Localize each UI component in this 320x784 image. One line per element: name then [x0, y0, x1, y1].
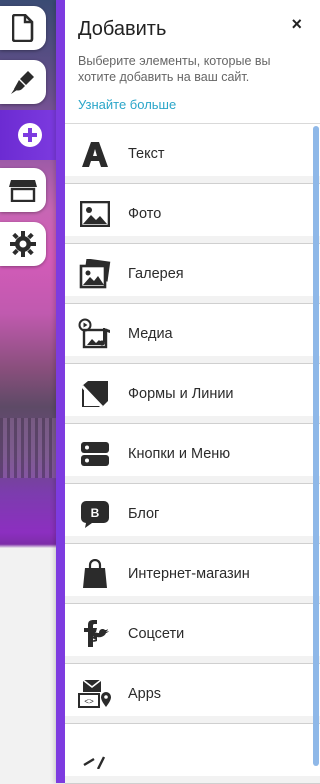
social-icon	[78, 617, 112, 651]
pages-button[interactable]	[0, 6, 46, 50]
apps-icon: <>	[78, 677, 112, 711]
blog-icon: B	[78, 497, 112, 531]
svg-text:B: B	[91, 506, 100, 520]
add-item-online-store[interactable]: Интернет-магазин	[65, 544, 320, 604]
scrollbar[interactable]	[313, 126, 319, 766]
item-label: Интернет-магазин	[128, 565, 250, 582]
add-item-apps[interactable]: <> Apps	[65, 664, 320, 724]
add-item-shapes[interactable]: Формы и Линии	[65, 364, 320, 424]
add-panel-header: Добавить × Выберите элементы, которые вы…	[65, 0, 320, 123]
add-item-photo[interactable]: Фото	[65, 184, 320, 244]
add-item-more[interactable]	[65, 724, 320, 784]
plus-circle-icon	[17, 122, 43, 148]
photo-icon	[78, 197, 112, 231]
background-landscape	[0, 418, 60, 478]
buttons-menu-icon	[78, 437, 112, 471]
item-label: Соцсети	[128, 625, 185, 642]
add-items-list: Текст Фото Галерея Медиа Формы и Линии К…	[65, 123, 320, 784]
item-label: Галерея	[128, 265, 184, 282]
add-item-gallery[interactable]: Галерея	[65, 244, 320, 304]
media-icon	[78, 317, 112, 351]
gallery-icon	[78, 257, 112, 291]
item-label: Медиа	[128, 325, 173, 342]
panel-title: Добавить	[78, 18, 167, 40]
paintbrush-icon	[9, 68, 37, 96]
page-icon	[12, 14, 34, 42]
app-market-button[interactable]	[0, 168, 46, 212]
add-panel: Добавить × Выберите элементы, которые вы…	[56, 0, 320, 784]
more-icon	[78, 737, 112, 771]
settings-button[interactable]	[0, 222, 46, 266]
panel-subtitle: Выберите элементы, которые вы хотите доб…	[78, 54, 271, 84]
shapes-icon	[78, 377, 112, 411]
text-icon	[78, 137, 112, 171]
shopping-bag-icon	[78, 557, 112, 591]
design-button[interactable]	[0, 60, 46, 104]
learn-more-link[interactable]: Узнайте больше	[78, 97, 304, 112]
add-item-social[interactable]: Соцсети	[65, 604, 320, 664]
add-item-buttons-menu[interactable]: Кнопки и Меню	[65, 424, 320, 484]
add-item-blog[interactable]: B Блог	[65, 484, 320, 544]
item-label: Фото	[128, 205, 162, 222]
item-label: Формы и Линии	[128, 385, 234, 402]
close-icon[interactable]: ×	[291, 14, 302, 35]
add-item-media[interactable]: Медиа	[65, 304, 320, 364]
item-label: Apps	[128, 685, 162, 702]
add-item-text[interactable]: Текст	[65, 124, 320, 184]
svg-text:<>: <>	[84, 698, 94, 707]
item-label: Кнопки и Меню	[128, 445, 231, 462]
gear-icon	[9, 230, 37, 258]
item-label: Текст	[128, 145, 165, 162]
item-label: Блог	[128, 505, 160, 522]
add-button[interactable]	[0, 110, 60, 160]
store-icon	[9, 178, 37, 202]
